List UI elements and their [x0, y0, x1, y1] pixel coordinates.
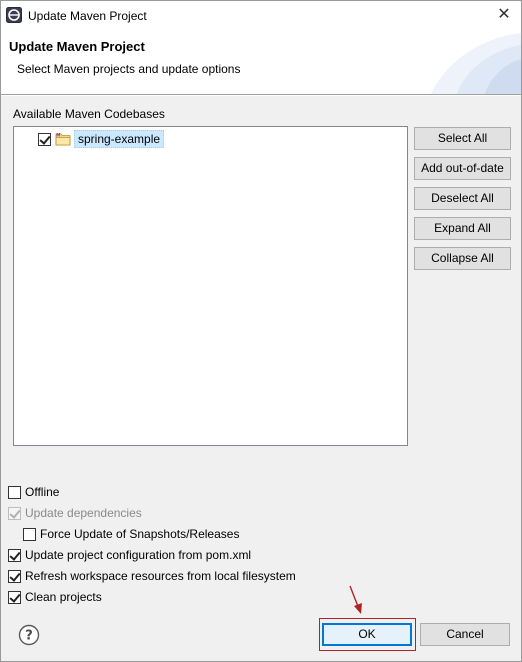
ok-button[interactable]: OK — [322, 623, 412, 646]
red-arrow-icon — [349, 585, 362, 614]
offline-label: Offline — [25, 485, 60, 499]
deselect-all-button[interactable]: Deselect All — [414, 187, 511, 210]
title-bar: Update Maven Project ✕ — [1, 1, 521, 31]
svg-text:M: M — [56, 132, 60, 137]
window-title: Update Maven Project — [28, 9, 147, 23]
refresh-workspace-checkbox[interactable] — [8, 569, 21, 583]
update-config-label: Update project configuration from pom.xm… — [25, 548, 252, 562]
add-out-of-date-button[interactable]: Add out-of-date — [414, 157, 511, 180]
header-decoration-graphic — [431, 33, 521, 94]
svg-text:?: ? — [25, 629, 33, 644]
help-icon[interactable]: ? — [18, 624, 40, 646]
project-checkbox[interactable] — [38, 132, 51, 146]
update-dependencies-checkbox — [8, 506, 21, 520]
eclipse-icon — [6, 7, 22, 23]
update-maven-project-dialog: Update Maven Project ✕ Update Maven Proj… — [0, 0, 522, 662]
cancel-button[interactable]: Cancel — [420, 623, 510, 646]
dialog-body: Available Maven Codebases M spring-examp… — [1, 96, 521, 661]
dialog-title: Update Maven Project — [9, 39, 145, 54]
clean-projects-label: Clean projects — [25, 590, 102, 604]
force-update-option[interactable]: Force Update of Snapshots/Releases — [23, 526, 239, 542]
dialog-header: Update Maven Project Select Maven projec… — [1, 31, 521, 94]
offline-checkbox[interactable] — [8, 485, 21, 499]
update-config-checkbox[interactable] — [8, 548, 21, 562]
expand-all-button[interactable]: Expand All — [414, 217, 511, 240]
maven-project-folder-icon: M — [55, 132, 71, 146]
codebases-tree[interactable]: M spring-example — [13, 126, 408, 446]
clean-projects-checkbox[interactable] — [8, 590, 21, 604]
dialog-description: Select Maven projects and update options — [17, 62, 241, 76]
update-dependencies-option: Update dependencies — [8, 505, 142, 521]
update-dependencies-label: Update dependencies — [25, 506, 142, 520]
tree-item[interactable]: M spring-example — [38, 130, 165, 148]
offline-option[interactable]: Offline — [8, 484, 59, 500]
force-update-checkbox[interactable] — [23, 527, 36, 541]
codebases-label: Available Maven Codebases — [13, 107, 165, 121]
force-update-label: Force Update of Snapshots/Releases — [40, 527, 240, 541]
project-label: spring-example — [74, 130, 165, 148]
select-all-button[interactable]: Select All — [414, 127, 511, 150]
update-config-option[interactable]: Update project configuration from pom.xm… — [8, 547, 251, 563]
clean-projects-option[interactable]: Clean projects — [8, 589, 102, 605]
close-icon[interactable]: ✕ — [495, 6, 513, 24]
refresh-workspace-label: Refresh workspace resources from local f… — [25, 569, 296, 583]
collapse-all-button[interactable]: Collapse All — [414, 247, 511, 270]
refresh-workspace-option[interactable]: Refresh workspace resources from local f… — [8, 568, 296, 584]
